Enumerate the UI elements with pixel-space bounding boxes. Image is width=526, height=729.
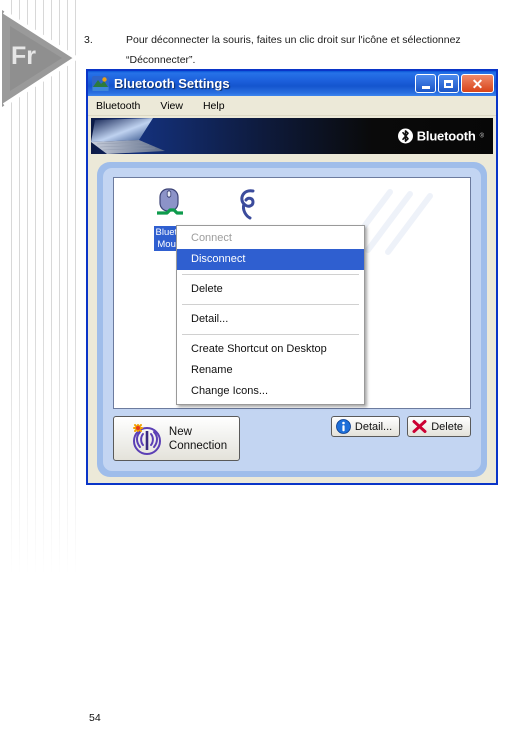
red-x-icon [412,420,427,433]
window-titlebar: Bluetooth Settings ✕ [88,71,496,96]
menu-view[interactable]: View [158,99,192,113]
context-menu-item-detail[interactable]: Detail... [177,309,364,330]
delete-label: Delete [431,420,463,433]
new-connection-antenna-icon [132,423,161,455]
context-menu-item-delete[interactable]: Delete [177,279,364,300]
window-title: Bluetooth Settings [114,76,230,91]
panel-button-row: New Connection Detail... Delete [113,416,471,463]
window-menubar: Bluetooth View Help [88,96,496,116]
context-menu-item-rename[interactable]: Rename [177,360,364,381]
maximize-button[interactable] [438,74,459,93]
detail-button[interactable]: Detail... [330,416,401,437]
context-menu-separator [182,274,359,275]
bluetooth-rune-icon [397,128,413,144]
fr-label: Fr [11,42,36,70]
context-menu-item-change-icons[interactable]: Change Icons... [177,381,364,402]
info-icon [336,419,351,434]
context-menu-separator [182,304,359,305]
menu-help[interactable]: Help [201,99,234,113]
instruction-number: 3. [84,34,93,46]
trademark-symbol: ® [479,133,484,139]
bluetooth-banner: Bluetooth ® [91,118,493,154]
context-menu-separator [182,334,359,335]
minimize-button[interactable] [415,74,436,93]
context-menu-item-connect[interactable]: Connect [177,228,364,249]
menu-bluetooth[interactable]: Bluetooth [94,99,149,113]
bluetooth-brand-text: Bluetooth [416,128,476,144]
context-menu-item-create-shortcut[interactable]: Create Shortcut on Desktop [177,339,364,360]
bluetooth-settings-icon [92,76,109,91]
instruction-block: 3. Pour déconnecter la souris, faites un… [84,30,524,70]
delete-button[interactable]: Delete [407,416,471,437]
new-connection-button[interactable]: New Connection [113,416,240,461]
close-button[interactable]: ✕ [461,74,494,93]
context-menu-item-disconnect[interactable]: Disconnect [177,249,364,270]
instruction-text: Pour déconnecter la souris, faites un cl… [126,34,461,66]
right-button-group: Detail... Delete [330,416,471,437]
device-context-menu[interactable]: Connect Disconnect Delete Detail... Crea… [176,225,365,405]
page-number: 54 [89,712,101,724]
headset-icon [212,184,286,226]
bluetooth-brand-logo: Bluetooth ® [397,128,484,144]
laptop-image [91,118,165,154]
detail-label: Detail... [354,420,393,433]
window-controls: ✕ [415,74,494,93]
mouse-icon [132,184,206,226]
new-connection-label: New Connection [168,425,228,452]
